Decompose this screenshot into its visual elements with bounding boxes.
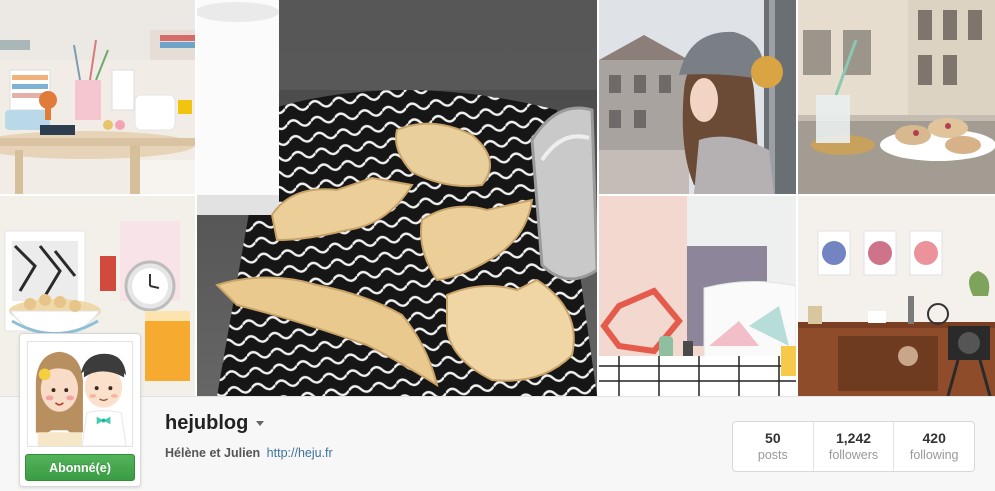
pastel-interior-photo[interactable]: [599, 196, 796, 396]
caret-down-icon[interactable]: [256, 420, 265, 426]
stat-followers[interactable]: 1,242 followers: [814, 422, 895, 471]
avatar-card: Abonné(e): [19, 333, 141, 487]
stat-following-label: following: [909, 448, 959, 462]
stat-following[interactable]: 420 following: [894, 422, 974, 471]
bio-row: Hélène et Julien http://heju.fr: [165, 445, 333, 461]
stat-posts-value: 50: [765, 430, 781, 446]
profile-identity: hejublog Hélène et Julien http://heju.fr: [165, 410, 333, 461]
cookies-photo[interactable]: [197, 0, 597, 396]
stat-followers-label: followers: [828, 448, 879, 462]
stat-following-value: 420: [922, 430, 946, 446]
stat-posts[interactable]: 50 posts: [733, 422, 814, 471]
username-row: hejublog: [165, 410, 333, 436]
stat-followers-value: 1,242: [835, 430, 872, 446]
full-name: Hélène et Julien: [165, 446, 261, 460]
stat-posts-label: posts: [757, 448, 788, 462]
posters-sideboard-photo[interactable]: [798, 196, 995, 396]
follow-button[interactable]: Abonné(e): [25, 454, 135, 481]
website-link[interactable]: http://heju.fr: [267, 446, 333, 460]
photo-mosaic: [0, 0, 995, 396]
desk-photo[interactable]: [0, 0, 195, 194]
balcony-snack-photo[interactable]: [798, 0, 995, 194]
avatar[interactable]: [27, 341, 133, 447]
profile-stats: 50 posts 1,242 followers 420 following: [732, 421, 975, 472]
username: hejublog: [165, 411, 249, 434]
woman-beanie-photo[interactable]: [599, 0, 796, 194]
